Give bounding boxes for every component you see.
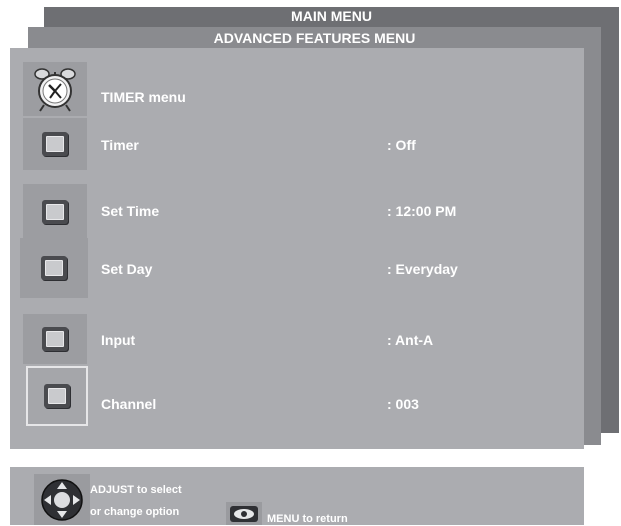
- main-menu-title: MAIN MENU: [291, 8, 372, 24]
- menu-row-value: : Off: [387, 137, 416, 153]
- help-bar: ADJUST to select or change option MENU t…: [10, 467, 584, 525]
- menu-row-label: Input: [101, 332, 136, 348]
- menu-row-value: : 003: [387, 396, 419, 412]
- square-button-icon: [26, 366, 88, 426]
- square-button-icon: [20, 238, 88, 298]
- menu-row-label: Set Time: [101, 203, 160, 219]
- menu-row-label: Set Day: [101, 261, 153, 277]
- menu-row-label: Timer: [101, 137, 139, 153]
- advanced-features-menu-title: ADVANCED FEATURES MENU: [213, 30, 416, 46]
- square-button-icon: [23, 184, 87, 240]
- dpad-icon: [34, 474, 90, 525]
- help-menu-return: MENU to return: [267, 513, 348, 525]
- menu-row-value: : 12:00 PM: [387, 203, 457, 219]
- menu-row-label: Channel: [101, 396, 157, 412]
- square-button-icon: [23, 314, 87, 364]
- square-button-icon: [23, 118, 87, 170]
- help-adjust-line-2: or change option: [90, 506, 180, 518]
- timer-menu-panel: TIMER menu Timer : Off Set Time : 12:00 …: [10, 48, 584, 449]
- menu-row-value: : Everyday: [387, 261, 458, 277]
- alarm-clock-icon: [23, 62, 87, 116]
- help-adjust-line-1: ADJUST to select: [90, 484, 182, 496]
- eye-button-icon: [226, 502, 262, 525]
- timer-menu-title: TIMER menu: [101, 89, 186, 105]
- menu-row-value: : Ant-A: [387, 332, 434, 348]
